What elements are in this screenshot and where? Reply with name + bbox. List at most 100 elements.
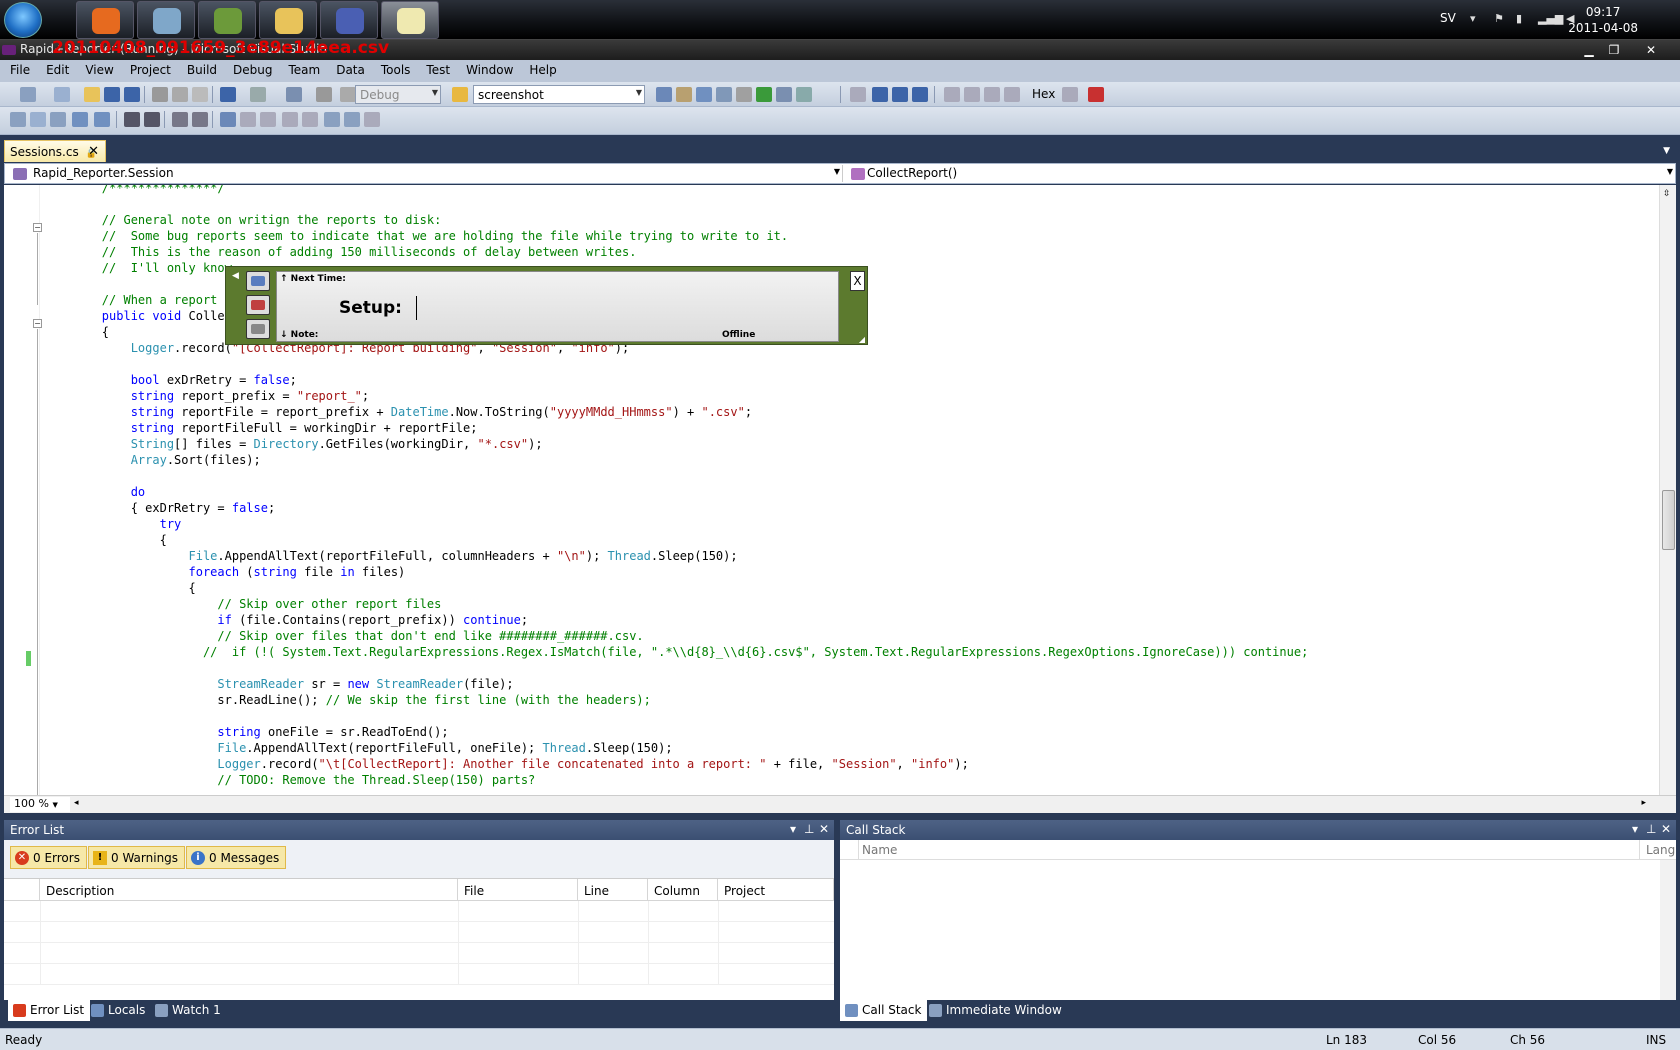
copy-icon[interactable] <box>172 87 188 102</box>
code-line[interactable]: // Skip over files that don't end like #… <box>44 628 643 644</box>
code-line[interactable]: { <box>44 324 109 340</box>
taskbar-explorer-button[interactable] <box>259 1 317 39</box>
horizontal-scrollbar[interactable]: 100 % ▼ ◂ ▸ <box>4 795 1676 813</box>
solution-configuration-select[interactable]: Debug ▼ <box>355 85 441 104</box>
code-line[interactable]: String[] files = Directory.GetFiles(work… <box>44 436 543 452</box>
object-members-icon[interactable] <box>10 112 26 127</box>
add-item-icon[interactable] <box>54 87 70 102</box>
col-column[interactable]: Column <box>648 879 718 901</box>
menu-test[interactable]: Test <box>416 60 456 77</box>
chevron-down-icon[interactable]: ▾ <box>790 822 796 836</box>
messages-filter-button[interactable]: i 0 Messages <box>186 846 287 869</box>
code-line[interactable]: // General note on writign the reports t… <box>44 212 442 228</box>
navigate-forward-icon[interactable] <box>316 87 332 102</box>
stop-debugging-icon[interactable] <box>892 87 908 102</box>
code-line[interactable]: File.AppendAllText(reportFileFull, colum… <box>44 548 737 564</box>
code-line[interactable]: Array.Sort(files); <box>44 452 261 468</box>
code-line[interactable]: { <box>44 580 195 596</box>
solution-explorer-icon[interactable] <box>656 87 672 102</box>
flag-icon[interactable]: ⚑ <box>1494 12 1508 26</box>
next-bookmark-folder-icon[interactable] <box>302 112 318 127</box>
restore-button[interactable]: ❐ <box>1603 42 1625 58</box>
menu-debug[interactable]: Debug <box>223 60 278 77</box>
class-view-icon[interactable] <box>776 87 792 102</box>
call-stack-scrollbar[interactable] <box>1660 860 1676 1000</box>
col-line[interactable]: Line <box>578 879 648 901</box>
col-project[interactable]: Project <box>718 879 834 901</box>
code-line[interactable]: // I'll only know <box>44 260 232 276</box>
code-line[interactable]: string oneFile = sr.ReadToEnd(); <box>44 724 448 740</box>
tab-watch-1[interactable]: Watch 1 <box>150 1000 227 1021</box>
tab-error-list[interactable]: Error List <box>8 1000 91 1021</box>
tab-sessions-cs[interactable]: Sessions.cs 🔒 ✕ <box>4 140 106 162</box>
decrease-indent-icon[interactable] <box>124 112 140 127</box>
chevron-down-icon[interactable]: ▾ <box>1632 822 1638 836</box>
save-all-icon[interactable] <box>124 87 140 102</box>
tab-immediate-window[interactable]: Immediate Window <box>924 1000 1068 1021</box>
code-line[interactable]: { <box>44 532 167 548</box>
menu-window[interactable]: Window <box>456 60 519 77</box>
code-line[interactable]: sr.ReadLine(); // We skip the first line… <box>44 692 650 708</box>
tab-dropdown-icon[interactable]: ▼ <box>1663 146 1670 156</box>
code-line[interactable]: StreamReader sr = new StreamReader(file)… <box>44 676 513 692</box>
clock[interactable]: 09:17 2011-04-08 <box>1568 4 1638 36</box>
minimize-button[interactable]: ▁ <box>1578 42 1600 58</box>
collapse-icon[interactable]: − <box>33 319 42 328</box>
collapse-icon[interactable]: − <box>33 223 42 232</box>
menu-edit[interactable]: Edit <box>36 60 75 77</box>
taskbar-messenger-button[interactable] <box>137 1 195 39</box>
tools-icon[interactable] <box>736 87 752 102</box>
code-line[interactable]: do <box>44 484 145 500</box>
hex-toggle[interactable]: Hex <box>1032 87 1055 101</box>
step-out-icon[interactable] <box>1004 87 1020 102</box>
code-line[interactable]: // if (!( System.Text.RegularExpressions… <box>44 644 1308 660</box>
find-combo[interactable]: screenshot ▼ <box>473 85 645 104</box>
properties-icon[interactable] <box>676 87 692 102</box>
menu-tools[interactable]: Tools <box>371 60 417 77</box>
close-button[interactable]: ✕ <box>1640 42 1662 58</box>
vertical-scrollbar[interactable]: ⇳ <box>1659 185 1676 795</box>
warnings-filter-button[interactable]: ! 0 Warnings <box>88 846 186 869</box>
display-word-icon[interactable] <box>94 112 110 127</box>
note-entry-area[interactable]: ↑ Next Time: Setup: ↓ Note: Offline <box>276 271 839 342</box>
break-all-icon[interactable] <box>872 87 888 102</box>
menu-help[interactable]: Help <box>519 60 562 77</box>
output-window-icon[interactable] <box>1088 87 1104 102</box>
step-over-icon[interactable] <box>984 87 1000 102</box>
clipboard-button[interactable] <box>246 319 270 339</box>
word-completion-icon[interactable] <box>72 112 88 127</box>
types-dropdown[interactable]: Rapid_Reporter.Session ▼ <box>7 165 843 182</box>
code-line[interactable]: { exDrRetry = false; <box>44 500 276 516</box>
navigate-backward-icon[interactable] <box>286 87 302 102</box>
start-button[interactable] <box>4 2 42 38</box>
next-bookmark-icon[interactable] <box>260 112 276 127</box>
taskbar-firefox-button[interactable] <box>76 1 134 39</box>
split-icon[interactable]: ⇳ <box>1663 189 1671 199</box>
bookmark-icon[interactable] <box>220 112 236 127</box>
chevron-down-icon[interactable]: ▾ <box>1470 12 1484 26</box>
menu-view[interactable]: View <box>75 60 119 77</box>
language-indicator[interactable]: SV <box>1440 11 1456 25</box>
undo-icon[interactable] <box>220 87 236 102</box>
prev-bookmark-folder-icon[interactable] <box>282 112 298 127</box>
code-line[interactable]: Logger.record("\t[CollectReport]: Anothe… <box>44 756 968 772</box>
taskbar-phone-app-button[interactable] <box>198 1 256 39</box>
col-name[interactable]: Name <box>858 840 1640 860</box>
toolbox-icon[interactable] <box>716 87 732 102</box>
rtf-note-button[interactable] <box>246 295 270 315</box>
object-browser-icon[interactable] <box>696 87 712 102</box>
comment-icon[interactable] <box>172 112 188 127</box>
start-debugging-icon[interactable] <box>340 87 356 102</box>
code-line[interactable]: public void Collec <box>44 308 232 324</box>
close-tab-icon[interactable]: ✕ <box>88 144 99 159</box>
rapid-reporter-close-button[interactable]: X <box>850 271 865 291</box>
save-icon[interactable] <box>104 87 120 102</box>
close-icon[interactable]: ✕ <box>819 822 829 836</box>
pin-icon[interactable]: ⊥ <box>1646 822 1656 836</box>
code-line[interactable]: /***************/ <box>44 185 225 196</box>
pin-icon[interactable]: ⊥ <box>804 822 814 836</box>
command-window-icon[interactable] <box>796 87 812 102</box>
battery-icon[interactable]: ▮ <box>1516 12 1530 26</box>
scroll-thumb[interactable] <box>1662 490 1675 550</box>
step-into-icon[interactable] <box>964 87 980 102</box>
